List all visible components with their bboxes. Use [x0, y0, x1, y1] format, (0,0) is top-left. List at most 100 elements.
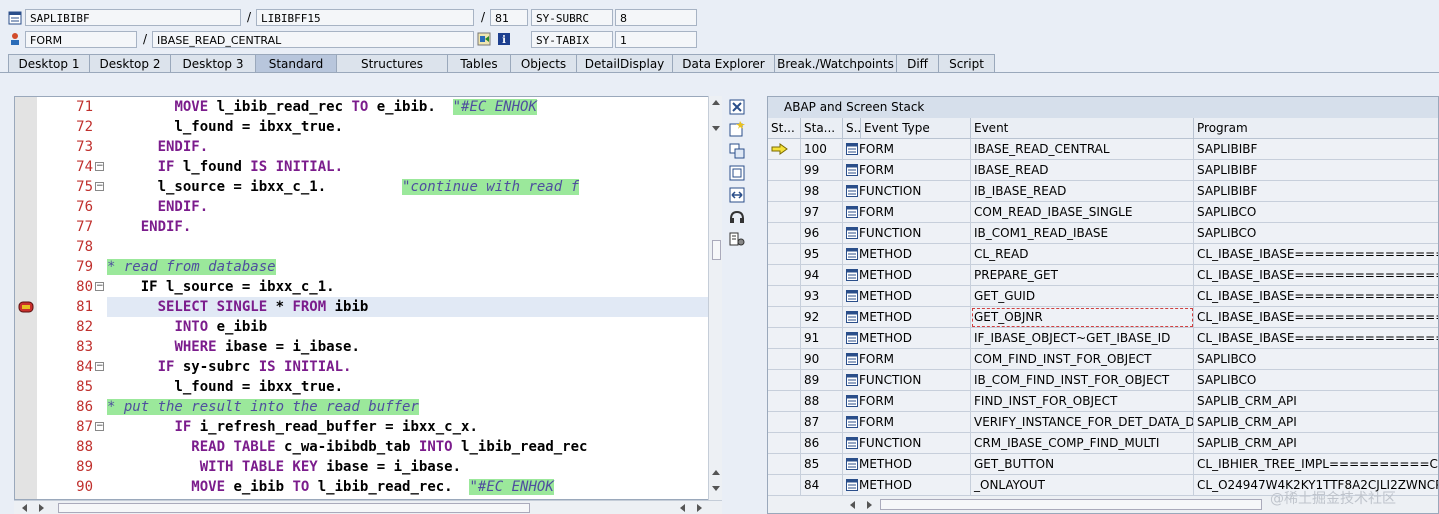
stack-row[interactable]: 98 FUNCTION IB_IBASE_READ SAPLIBIBF — [768, 181, 1438, 202]
event-type: FUNCTION — [859, 373, 922, 387]
expand-horizontal-icon[interactable] — [728, 186, 746, 204]
event-name: CL_READ — [971, 244, 1194, 265]
code-line[interactable]: 90 MOVE e_ibib TO l_ibib_read_rec. "#EC … — [15, 477, 709, 497]
column-header[interactable]: Event — [971, 118, 1194, 139]
sysvar1-name-field[interactable]: SY-SUBRC — [531, 9, 613, 26]
info-icon[interactable]: i — [497, 32, 511, 46]
code-line[interactable]: 77 ENDIF. — [15, 217, 709, 237]
scroll-down-icon[interactable] — [711, 124, 721, 132]
code-text: INTO e_ibib — [107, 317, 267, 337]
code-line[interactable]: 73 ENDIF. — [15, 137, 709, 157]
code-line[interactable]: 71 MOVE l_ibib_read_rec TO e_ibib. "#EC … — [15, 97, 709, 117]
fold-toggle-icon[interactable]: − — [95, 162, 104, 171]
tab-data-explorer[interactable]: Data Explorer — [672, 54, 775, 73]
event-type-field[interactable]: FORM — [25, 31, 137, 48]
code-line[interactable]: 80− IF l_source = ibxx_c_1. — [15, 277, 709, 297]
tab-break-watchpoints[interactable]: Break./Watchpoints — [774, 54, 897, 73]
column-header[interactable]: S... — [843, 118, 861, 139]
new-tool-icon[interactable] — [728, 120, 746, 138]
fold-toggle-icon[interactable]: − — [95, 282, 104, 291]
sysvar2-name-field[interactable]: SY-TABIX — [531, 31, 613, 48]
tab-standard[interactable]: Standard — [255, 54, 337, 73]
maximize-icon[interactable] — [728, 164, 746, 182]
tab-desktop-1[interactable]: Desktop 1 — [8, 54, 90, 73]
stack-row[interactable]: 95 METHOD CL_READ CL_IBASE_IBASE===========… — [768, 244, 1438, 265]
sysvar1-value-field[interactable]: 8 — [615, 9, 697, 26]
navigate-icon[interactable] — [477, 32, 491, 46]
scroll-right-icon[interactable] — [696, 503, 704, 513]
scroll-left-icon[interactable] — [678, 503, 686, 513]
settings-icon[interactable] — [728, 230, 746, 248]
column-header[interactable]: St... — [768, 118, 801, 139]
line-number-field[interactable]: 81 — [490, 9, 528, 26]
scroll-right-icon[interactable] — [38, 503, 46, 513]
tab-script[interactable]: Script — [938, 54, 995, 73]
fold-toggle-icon[interactable]: − — [95, 182, 104, 191]
event-type-cell: METHOD — [843, 307, 971, 328]
close-icon[interactable] — [728, 98, 746, 116]
scroll-thumb[interactable] — [712, 240, 721, 260]
tab-tables[interactable]: Tables — [447, 54, 511, 73]
scroll-right-icon[interactable] — [866, 500, 874, 510]
scroll-left-icon[interactable] — [848, 500, 856, 510]
sysvar2-value-field[interactable]: 1 — [615, 31, 697, 48]
program-field[interactable]: SAPLIBIBF — [25, 9, 241, 26]
stack-row[interactable]: 97 FORM COM_READ_IBASE_SINGLE SAPLIBCO — [768, 202, 1438, 223]
code-line[interactable]: 89 WITH TABLE KEY ibase = i_ibase. — [15, 457, 709, 477]
scroll-up-icon[interactable] — [711, 468, 721, 476]
code-line[interactable]: 86 * put the result into the read buffer — [15, 397, 709, 417]
stack-row[interactable]: 86 FUNCTION CRM_IBASE_COMP_FIND_MULTI SAPLI… — [768, 433, 1438, 454]
stack-row[interactable]: 99 FORM IBASE_READ SAPLIBIBF — [768, 160, 1438, 181]
scroll-up-icon[interactable] — [711, 98, 721, 106]
services-icon[interactable] — [728, 208, 746, 226]
tab-diff[interactable]: Diff — [896, 54, 939, 73]
code-line[interactable]: 84− IF sy-subrc IS INITIAL. — [15, 357, 709, 377]
tab-detaildisplay[interactable]: DetailDisplay — [576, 54, 673, 73]
scroll-left-icon[interactable] — [20, 503, 28, 513]
column-header[interactable]: Event Type — [861, 118, 971, 139]
code-line[interactable]: 75− l_source = ibxx_c_1. "continue with … — [15, 177, 709, 197]
source-editor[interactable]: 71 MOVE l_ibib_read_rec TO e_ibib. "#EC … — [14, 96, 710, 500]
fold-toggle-icon[interactable]: − — [95, 362, 104, 371]
stack-row[interactable]: 93 METHOD GET_GUID CL_IBASE_IBASE==========… — [768, 286, 1438, 307]
editor-horizontal-scrollbar[interactable] — [14, 500, 722, 514]
program-name: CL_IBASE_IBASE================== — [1194, 286, 1438, 307]
editor-vertical-scrollbar[interactable] — [708, 96, 722, 500]
stack-row[interactable]: 94 METHOD PREPARE_GET CL_IBASE_IBASE=======… — [768, 265, 1438, 286]
stack-row[interactable]: 89 FUNCTION IB_COM_FIND_INST_FOR_OBJECT SAP… — [768, 370, 1438, 391]
column-header[interactable]: Program — [1194, 118, 1438, 139]
scroll-thumb[interactable] — [58, 503, 530, 513]
source-code-icon — [846, 143, 858, 155]
code-line[interactable]: 72 l_found = ibxx_true. — [15, 117, 709, 137]
code-text: WHERE ibase = i_ibase. — [107, 337, 359, 357]
stack-row[interactable]: 88 FORM FIND_INST_FOR_OBJECT SAPLIB_CRM_API — [768, 391, 1438, 412]
event-name-field[interactable]: IBASE_READ_CENTRAL — [152, 31, 474, 48]
stack-row[interactable]: 96 FUNCTION IB_COM1_READ_IBASE SAPLIBCO — [768, 223, 1438, 244]
code-line[interactable]: 81 SELECT SINGLE * FROM ibib — [15, 297, 709, 317]
tab-structures[interactable]: Structures — [336, 54, 448, 73]
code-line[interactable]: 79 * read from database — [15, 257, 709, 277]
code-line[interactable]: 74− IF l_found IS INITIAL. — [15, 157, 709, 177]
scroll-thumb[interactable] — [880, 499, 1262, 510]
stack-row[interactable]: 91 METHOD IF_IBASE_OBJECT~GET_IBASE_ID CL_I… — [768, 328, 1438, 349]
stack-row[interactable]: 90 FORM COM_FIND_INST_FOR_OBJECT SAPLIBCO — [768, 349, 1438, 370]
swap-tool-icon[interactable] — [728, 142, 746, 160]
fold-toggle-icon[interactable]: − — [95, 422, 104, 431]
stack-row[interactable]: 100 FORM IBASE_READ_CENTRAL SAPLIBIBF — [768, 139, 1438, 160]
stack-row[interactable]: 85 METHOD GET_BUTTON CL_IBHIER_TREE_IMPL===… — [768, 454, 1438, 475]
code-line[interactable]: 78 — [15, 237, 709, 257]
code-line[interactable]: 82 INTO e_ibib — [15, 317, 709, 337]
stack-row[interactable]: 87 FORM VERIFY_INSTANCE_FOR_DET_DATA_D SAPL… — [768, 412, 1438, 433]
column-header[interactable]: Sta... — [801, 118, 843, 139]
tab-desktop-3[interactable]: Desktop 3 — [170, 54, 256, 73]
include-field[interactable]: LIBIBFF15 — [256, 9, 474, 26]
tab-desktop-2[interactable]: Desktop 2 — [89, 54, 171, 73]
tab-objects[interactable]: Objects — [510, 54, 577, 73]
code-line[interactable]: 88 READ TABLE c_wa-ibibdb_tab INTO l_ibi… — [15, 437, 709, 457]
stack-row[interactable]: 92 METHOD GET_OBJNR CL_IBASE_IBASE=========… — [768, 307, 1438, 328]
scroll-down-icon[interactable] — [711, 484, 721, 492]
code-line[interactable]: 83 WHERE ibase = i_ibase. — [15, 337, 709, 357]
code-line[interactable]: 76 ENDIF. — [15, 197, 709, 217]
code-line[interactable]: 85 l_found = ibxx_true. — [15, 377, 709, 397]
code-line[interactable]: 87− IF i_refresh_read_buffer = ibxx_c_x. — [15, 417, 709, 437]
